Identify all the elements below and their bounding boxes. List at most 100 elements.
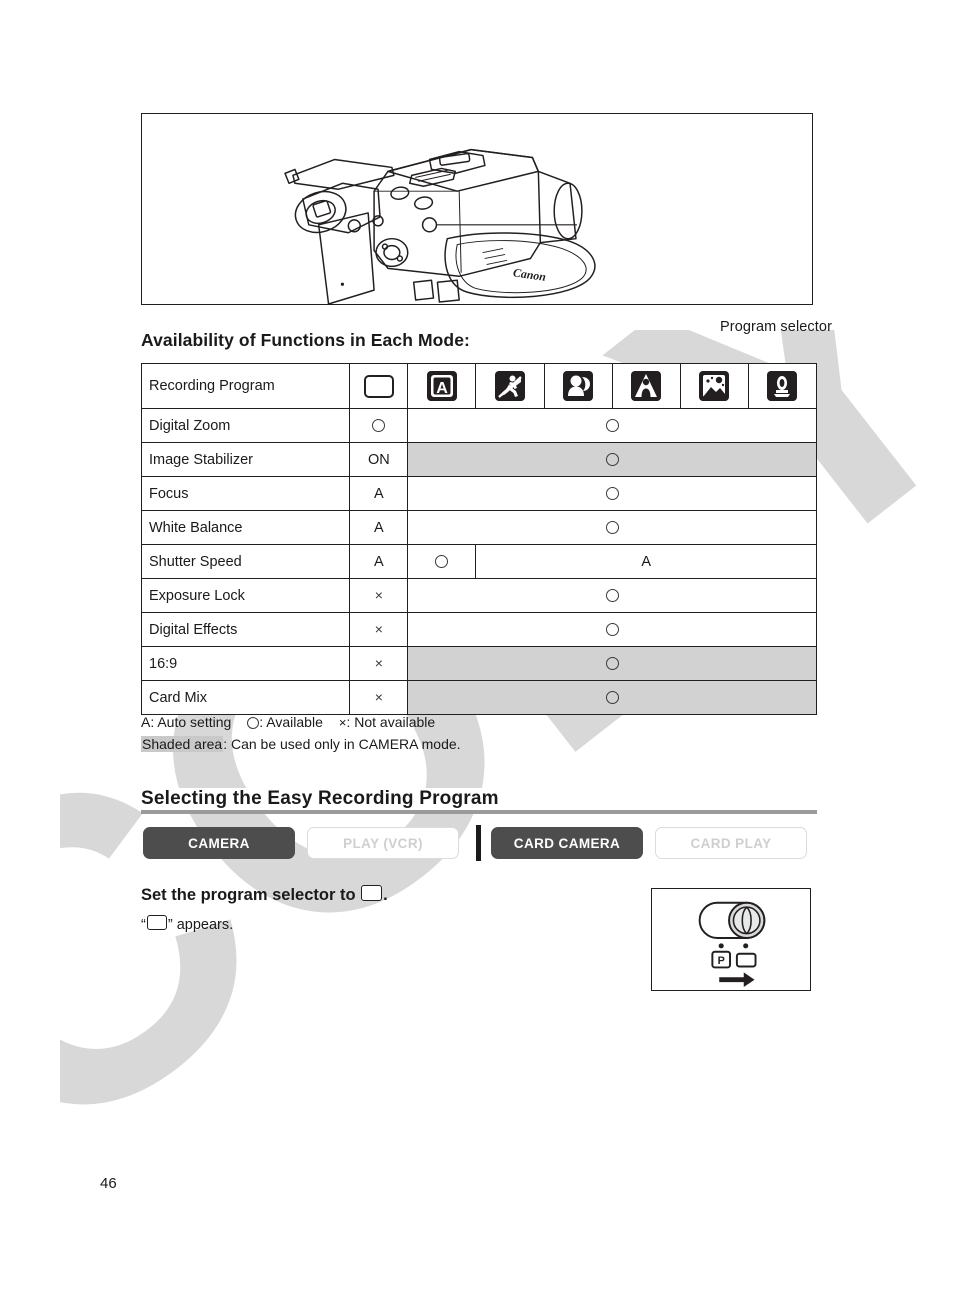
cell-rest: [407, 646, 817, 681]
available-mark: [605, 623, 619, 637]
easy-recording-icon: [735, 952, 757, 968]
mode-header-spotlight: [611, 363, 681, 409]
svg-text:A: A: [436, 380, 448, 397]
easy-recording-icon: [361, 885, 383, 901]
not-available-mark: ×: [374, 586, 383, 603]
svg-text:Canon: Canon: [512, 265, 547, 284]
legend-shaded-text: : Can be used only in CAMERA mode.: [223, 736, 461, 752]
table-row: Card Mix ×: [140, 680, 817, 715]
step-text-before: Set the program selector to: [141, 886, 356, 904]
dial-dot-p: [718, 943, 724, 949]
sand-and-snow-icon: [699, 371, 730, 401]
page-number: 46: [100, 1175, 117, 1192]
heading-rule: [141, 810, 817, 814]
arrow-right-icon: [719, 972, 755, 988]
step-sub-text: “ ” appears.: [141, 915, 233, 933]
mode-badge-play-vcr[interactable]: PLAY (VCR): [307, 827, 459, 859]
mode-header-sand-and-snow: [679, 363, 749, 409]
available-mark: [605, 419, 619, 433]
cell-easy: A: [349, 476, 409, 511]
step-instruction: Set the program selector to .: [141, 885, 388, 905]
portrait-icon: [563, 371, 594, 401]
circle-icon: [247, 717, 260, 730]
legend-line-2: Shaded area: Can be used only in CAMERA …: [141, 734, 461, 754]
easy-recording-icon: [146, 915, 167, 930]
availability-title: Availability of Functions in Each Mode:: [141, 330, 470, 350]
low-light-icon: [767, 371, 798, 401]
table-row: Image Stabilizer ON: [140, 442, 817, 477]
not-available-mark: ×: [374, 620, 383, 637]
easy-recording-icon: [363, 374, 394, 398]
mode-availability-bar: CAMERA PLAY (VCR) CARD CAMERA CARD PLAY: [143, 825, 819, 861]
legend-shaded-chip: Shaded area: [141, 736, 224, 752]
mode-badge-card-play[interactable]: CARD PLAY: [655, 827, 807, 859]
value-text: A: [374, 485, 384, 502]
program-selector-callout: Program selector: [720, 319, 832, 335]
row-label: White Balance: [140, 510, 351, 545]
available-mark: [605, 691, 619, 705]
cell-easy: ×: [349, 612, 409, 647]
mode-header-low-light: [747, 363, 818, 409]
table-row: White Balance A: [140, 510, 817, 545]
available-mark: [435, 555, 449, 569]
table-row: 16:9 ×: [140, 646, 817, 681]
cell-rest: [407, 510, 817, 545]
sports-icon: [495, 371, 526, 401]
cell-rest: A: [475, 544, 817, 579]
row-label: Exposure Lock: [140, 578, 351, 613]
row-label: Digital Zoom: [140, 408, 351, 443]
cell-rest: [407, 612, 817, 647]
row-label: 16:9: [140, 646, 351, 681]
value-text: A: [374, 519, 384, 536]
mode-badge-camera[interactable]: CAMERA: [143, 827, 295, 859]
row-label: Digital Effects: [140, 612, 351, 647]
dial-label-p: P: [718, 955, 725, 967]
cell-auto: [407, 544, 477, 579]
cell-easy: ×: [349, 578, 409, 613]
row-label: Card Mix: [140, 680, 351, 715]
camcorder-illustration-box: Canon Program selector: [141, 113, 832, 335]
available-mark: [605, 453, 619, 467]
cell-easy: ON: [349, 442, 409, 477]
cell-easy: ×: [349, 646, 409, 681]
cell-rest: [407, 442, 817, 477]
row-label: Image Stabilizer: [140, 442, 351, 477]
not-available-mark: ×: [374, 688, 383, 705]
cell-easy: [349, 408, 409, 443]
not-available-mark: ×: [374, 654, 383, 671]
table-row: Digital Zoom: [140, 408, 817, 443]
sub-text-after: ” appears.: [167, 917, 234, 933]
auto-icon: A: [426, 371, 457, 401]
mode-badge-card-camera[interactable]: CARD CAMERA: [491, 827, 643, 859]
mode-header-auto: A: [407, 363, 477, 409]
available-mark: [605, 589, 619, 603]
camcorder-drawing: Canon: [284, 148, 596, 304]
cell-rest: [407, 476, 817, 511]
quote-open: “: [141, 917, 146, 933]
program-selector-dial-diagram: P: [651, 888, 811, 991]
mode-header-portrait: [543, 363, 613, 409]
legend-line-1: A: Auto setting: Available ×: Not availab…: [141, 712, 461, 733]
availability-table: Recording Program A Digital Zoom Image S…: [140, 363, 818, 715]
value-text: A: [641, 553, 652, 570]
table-row: Exposure Lock ×: [140, 578, 817, 613]
table-legend: A: Auto setting: Available ×: Not availab…: [141, 712, 461, 754]
section-heading-wrap: Selecting the Easy Recording Program: [141, 788, 817, 814]
table-row: Digital Effects ×: [140, 612, 817, 647]
mode-divider: [476, 825, 481, 861]
cell-easy: A: [349, 510, 409, 545]
legend-auto: A: Auto setting: [141, 714, 232, 730]
available-mark: [605, 487, 619, 501]
spotlight-icon: [631, 371, 662, 401]
cell-easy: ×: [349, 680, 409, 715]
value-text: A: [374, 553, 384, 570]
legend-not-available: : Not available: [346, 714, 436, 730]
value-text: ON: [367, 451, 390, 468]
cell-rest: [407, 680, 817, 715]
table-row: Focus A: [140, 476, 817, 511]
table-row: Shutter Speed A A: [140, 544, 817, 579]
available-mark: [605, 657, 619, 671]
available-mark: [605, 521, 619, 535]
table-header-row: Recording Program A: [140, 363, 818, 409]
cell-rest: [407, 408, 817, 443]
